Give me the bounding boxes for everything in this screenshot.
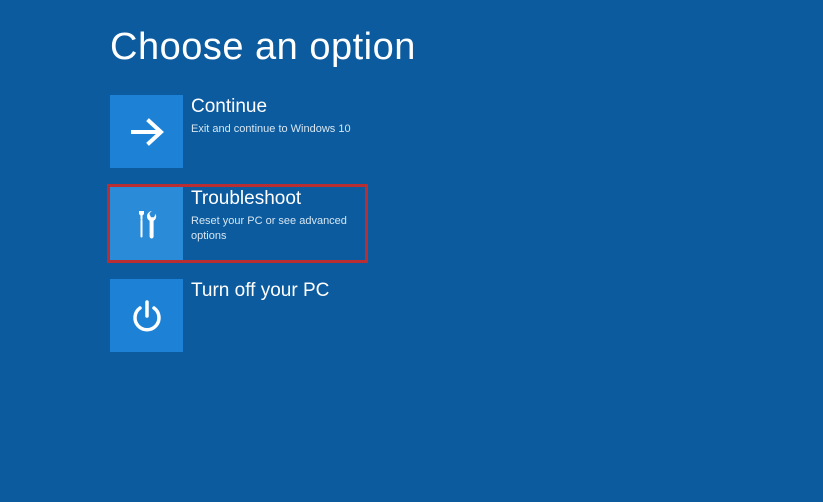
options-list: Continue Exit and continue to Windows 10 (110, 95, 368, 371)
troubleshoot-option[interactable]: Troubleshoot Reset your PC or see advanc… (107, 184, 368, 263)
turnoff-option[interactable]: Turn off your PC (110, 279, 368, 352)
continue-desc: Exit and continue to Windows 10 (191, 122, 351, 137)
tools-icon (125, 202, 169, 246)
turnoff-text: Turn off your PC (183, 279, 329, 304)
troubleshoot-desc: Reset your PC or see advanced options (191, 214, 365, 244)
turnoff-tile (110, 279, 183, 352)
continue-title: Continue (191, 95, 351, 120)
troubleshoot-title: Troubleshoot (191, 187, 365, 212)
continue-option[interactable]: Continue Exit and continue to Windows 10 (110, 95, 368, 168)
troubleshoot-text: Troubleshoot Reset your PC or see advanc… (183, 187, 365, 243)
troubleshoot-tile (110, 187, 183, 260)
power-icon (125, 294, 169, 338)
continue-text: Continue Exit and continue to Windows 10 (183, 95, 351, 137)
continue-tile (110, 95, 183, 168)
page-title: Choose an option (110, 26, 416, 69)
turnoff-title: Turn off your PC (191, 279, 329, 304)
arrow-right-icon (125, 110, 169, 154)
